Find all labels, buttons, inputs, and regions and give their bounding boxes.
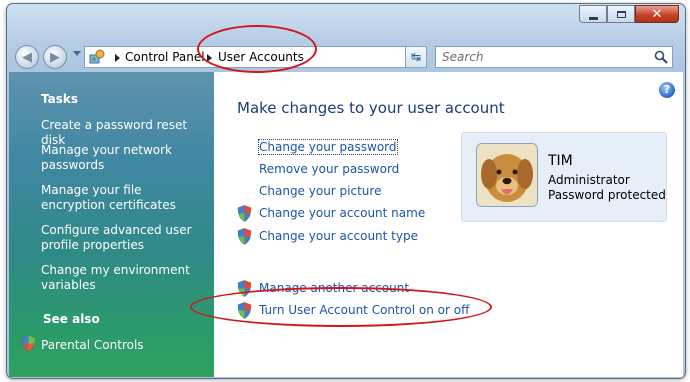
close-button[interactable]: ✕ [635, 5, 679, 23]
back-arrow-icon: ◀ [22, 49, 32, 65]
navigation-bar: ◀ ▶ Control Panel User Accounts ↹ Search [7, 40, 685, 72]
minimize-button[interactable] [579, 5, 607, 23]
account-status: Password protected [548, 188, 666, 202]
account-card: TIM Administrator Password protected [461, 132, 667, 222]
manage-another-account-link[interactable]: Manage another account [259, 281, 409, 295]
minimize-icon [588, 16, 598, 20]
uac-shield-icon [237, 205, 252, 222]
change-password-link[interactable]: Change your password [258, 139, 398, 155]
help-icon[interactable]: ? [659, 82, 675, 98]
title-bar: ✕ [7, 4, 685, 40]
avatar[interactable] [476, 143, 538, 207]
remove-password-link[interactable]: Remove your password [259, 162, 399, 176]
breadcrumb-user-accounts[interactable]: User Accounts [218, 50, 304, 64]
refresh-icon: ↹ [410, 50, 422, 64]
close-icon: ✕ [651, 6, 663, 22]
recent-pages-dropdown[interactable] [73, 51, 81, 56]
tasks-heading: Tasks [41, 92, 79, 106]
account-name: TIM [548, 153, 573, 169]
change-account-name-link[interactable]: Change your account name [259, 206, 425, 220]
back-button[interactable]: ◀ [15, 45, 39, 69]
uac-shield-icon [21, 335, 36, 352]
uac-shield-icon [237, 302, 252, 319]
task-change-environment-variables[interactable]: Change my environment variables [41, 263, 206, 293]
refresh-button[interactable]: ↹ [405, 46, 427, 68]
tasks-pane: Tasks Create a password reset disk Manag… [9, 72, 214, 377]
breadcrumb-control-panel[interactable]: Control Panel [125, 50, 205, 64]
forward-arrow-icon: ▶ [50, 49, 60, 65]
see-also-heading: See also [43, 312, 100, 326]
window-controls: ✕ [579, 5, 679, 23]
uac-shield-icon [237, 228, 252, 245]
account-type: Administrator [548, 173, 630, 187]
control-panel-icon [89, 49, 105, 64]
search-icon[interactable] [654, 50, 668, 64]
change-account-type-link[interactable]: Change your account type [259, 229, 418, 243]
change-picture-link[interactable]: Change your picture [259, 184, 381, 198]
task-manage-network-passwords[interactable]: Manage your network passwords [41, 143, 206, 173]
user-accounts-window: ✕ ◀ ▶ Control Panel User Accounts ↹ Sear… [6, 3, 686, 379]
dog-picture-icon [477, 144, 537, 206]
task-manage-file-encryption[interactable]: Manage your file encryption certificates [41, 183, 206, 213]
search-box[interactable]: Search [435, 46, 673, 68]
maximize-button[interactable] [607, 5, 635, 23]
page-title: Make changes to your user account [237, 99, 505, 117]
content-area: Tasks Create a password reset disk Manag… [9, 72, 683, 377]
breadcrumb-separator[interactable] [207, 54, 212, 62]
maximize-icon [616, 10, 626, 18]
address-bar[interactable]: Control Panel User Accounts [84, 46, 427, 68]
breadcrumb-separator [115, 54, 120, 62]
uac-shield-icon [237, 280, 252, 297]
task-configure-profile-properties[interactable]: Configure advanced user profile properti… [41, 223, 206, 253]
search-placeholder: Search [442, 50, 484, 64]
turn-uac-on-off-link[interactable]: Turn User Account Control on or off [259, 303, 469, 317]
see-also-parental-controls[interactable]: Parental Controls [41, 338, 206, 353]
forward-button[interactable]: ▶ [43, 45, 67, 69]
